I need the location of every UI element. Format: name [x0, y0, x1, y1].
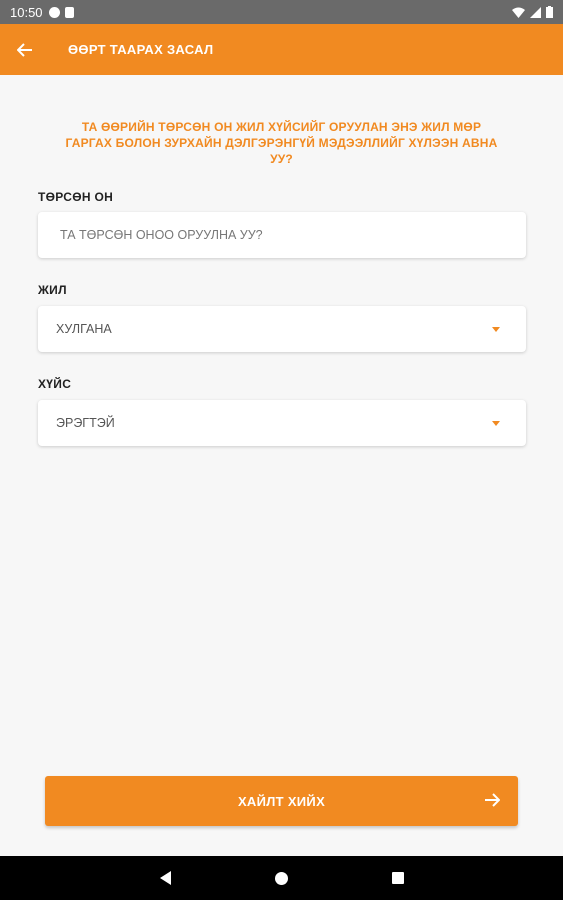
- notification-icon: [48, 6, 60, 18]
- nav-home-icon[interactable]: [274, 871, 288, 885]
- search-button[interactable]: ХАЙЛТ ХИЙХ: [45, 776, 518, 826]
- nav-back-icon[interactable]: [159, 871, 171, 885]
- nav-recent-icon[interactable]: [391, 872, 404, 884]
- gender-select[interactable]: ЭРЭГТЭЙ: [38, 400, 526, 446]
- status-bar: 10:50: [0, 0, 563, 24]
- system-nav-bar: [0, 856, 563, 900]
- birth-year-placeholder: ТА ТӨРСӨН ОНОО ОРУУЛНА УУ?: [60, 228, 263, 242]
- back-button[interactable]: [0, 24, 50, 75]
- arrow-left-icon: [17, 42, 32, 57]
- sd-card-icon: [64, 6, 74, 18]
- signal-icon: [530, 6, 541, 18]
- birth-year-label: ТӨРСӨН ОН: [38, 190, 114, 204]
- year-select[interactable]: ХУЛГАНА: [38, 306, 526, 352]
- year-label: ЖИЛ: [38, 283, 67, 297]
- birth-year-input[interactable]: ТА ТӨРСӨН ОНОО ОРУУЛНА УУ?: [38, 212, 526, 258]
- year-value: ХУЛГАНА: [56, 322, 112, 336]
- battery-icon: [546, 6, 553, 18]
- status-time: 10:50: [10, 4, 43, 20]
- chevron-down-icon: [492, 326, 500, 332]
- gender-value: ЭРЭГТЭЙ: [56, 416, 115, 430]
- arrow-right-icon: [485, 793, 500, 807]
- app-bar: ӨӨРТ ТААРАХ ЗАСАЛ: [0, 24, 563, 75]
- gender-label: ХҮЙС: [38, 377, 72, 391]
- intro-text: ТА ӨӨРИЙН ТӨРСӨН ОН ЖИЛ ХҮЙСИЙГ ОРУУЛАН …: [65, 120, 498, 166]
- search-button-label: ХАЙЛТ ХИЙХ: [237, 793, 326, 809]
- chevron-down-icon: [492, 420, 500, 426]
- wifi-icon: [512, 7, 525, 18]
- page-title: ӨӨРТ ТААРАХ ЗАСАЛ: [68, 42, 214, 57]
